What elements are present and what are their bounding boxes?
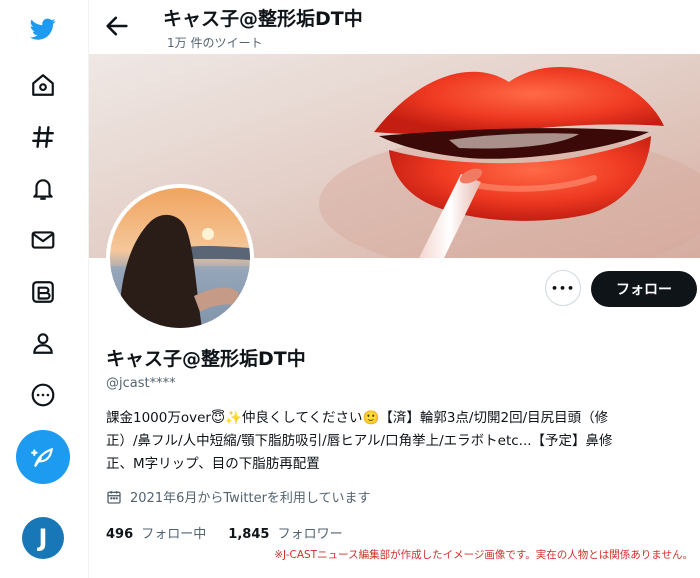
account-avatar[interactable]: J: [22, 517, 64, 559]
profile-avatar-photo: [110, 188, 250, 328]
back-arrow-icon[interactable]: [103, 12, 131, 40]
calendar-icon: [107, 490, 121, 504]
sidebar-nav: J: [0, 0, 89, 578]
profile-display-name: キャス子@整形垢DT中: [106, 348, 306, 370]
followers-count: 1,845: [228, 527, 270, 542]
tweet-count: 1万 件のツイート: [167, 36, 263, 50]
disclaimer-caption: ※J-CASTニュース編集部が作成したイメージ画像です。実在の人物とは関係ありま…: [274, 549, 693, 561]
more-dots-icon: •••: [550, 281, 576, 295]
compose-feather-icon: [31, 447, 53, 467]
home-icon[interactable]: [26, 68, 60, 102]
twitter-logo-icon[interactable]: [26, 12, 60, 46]
following-link[interactable]: 496 フォロー中: [106, 523, 206, 542]
notifications-bell-icon[interactable]: [26, 172, 60, 206]
follow-button[interactable]: フォロー: [591, 271, 697, 307]
bio-line: 正、M字リップ、目の下脂肪再配置: [106, 456, 320, 472]
join-date-text: 2021年6月からTwitterを利用しています: [130, 491, 371, 506]
header-title: キャス子@整形垢DT中: [163, 8, 363, 30]
bio-line: 課金1000万over😇✨仲良くしてください🙂【済】輪郭3点/切開2回/目尻目頭…: [106, 410, 609, 426]
profile-handle: @jcast****: [106, 376, 176, 391]
explore-hashtag-icon[interactable]: [26, 120, 60, 154]
follow-stats: 496 フォロー中 1,845 フォロワー: [106, 523, 343, 542]
profile-bio: 課金1000万over😇✨仲良くしてください🙂【済】輪郭3点/切開2回/目尻目頭…: [106, 407, 686, 476]
more-options-button[interactable]: •••: [545, 270, 581, 306]
followers-link[interactable]: 1,845 フォロワー: [228, 523, 342, 542]
join-date: 2021年6月からTwitterを利用しています: [106, 487, 371, 506]
messages-envelope-icon[interactable]: [26, 223, 60, 257]
profile-main: キャス子@整形垢DT中 1万 件のツイート ••• フォロー キャス子@整形垢D…: [89, 0, 700, 578]
profile-icon[interactable]: [26, 326, 60, 360]
bio-line: 正）/鼻フル/人中短縮/顎下脂肪吸引/唇ヒアル/口角挙上/エラボトetc...【…: [106, 433, 613, 449]
followers-label: フォロワー: [277, 527, 343, 542]
profile-avatar[interactable]: [106, 184, 254, 332]
compose-tweet-button[interactable]: [16, 430, 70, 484]
lists-icon[interactable]: [26, 275, 60, 309]
following-label: フォロー中: [141, 527, 207, 542]
more-circle-icon[interactable]: [26, 378, 60, 412]
profile-header-bar: キャス子@整形垢DT中 1万 件のツイート: [89, 0, 700, 54]
following-count: 496: [106, 527, 134, 542]
